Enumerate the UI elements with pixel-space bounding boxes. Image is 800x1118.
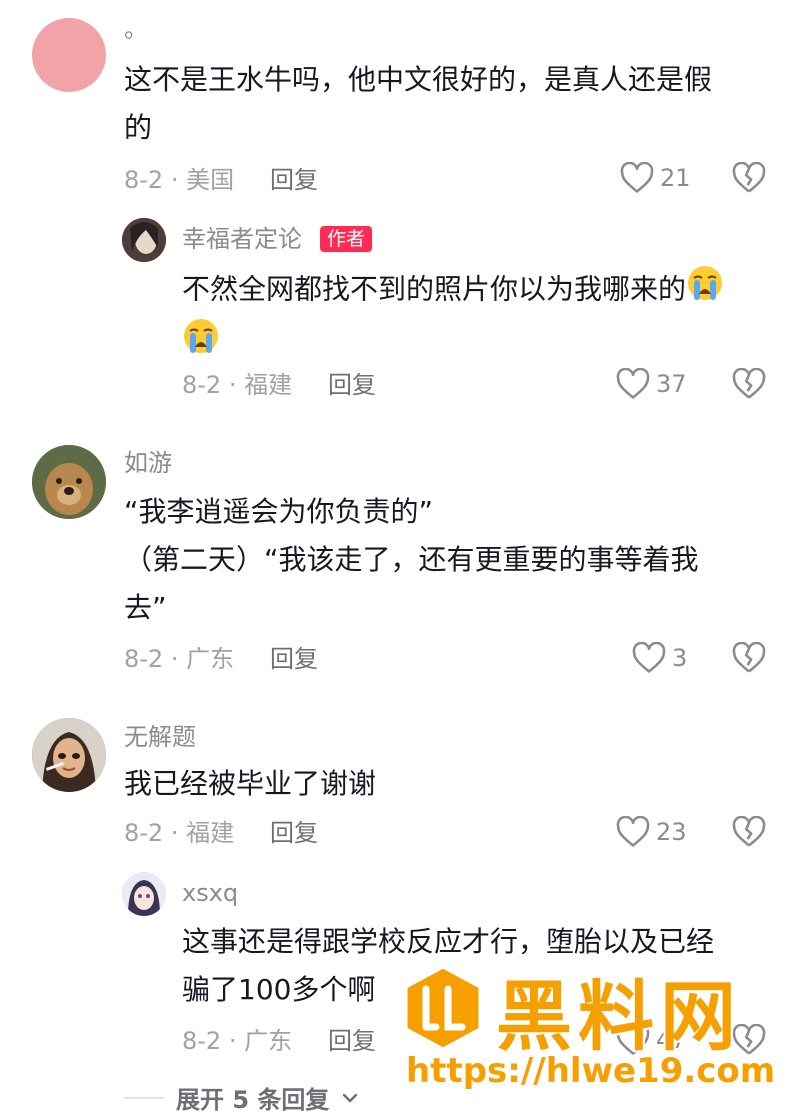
comment-text: 这不是王水牛吗，他中文很好的，是真人还是假 的: [124, 56, 764, 152]
comment-meta: 8-2 · 美国: [124, 166, 235, 194]
like-button[interactable]: 37: [616, 368, 687, 400]
heart-outline-icon: [616, 368, 650, 399]
reply-button[interactable]: 回复: [328, 370, 376, 400]
reply-button[interactable]: 回复: [270, 165, 318, 195]
comment-text-line: 我已经被毕业了谢谢: [124, 767, 377, 800]
like-button[interactable]: 23: [616, 816, 687, 848]
like-count: 37: [656, 370, 687, 398]
comment-username[interactable]: 如游: [124, 448, 172, 478]
reply-button[interactable]: 回复: [328, 1026, 376, 1056]
expand-replies-label: 展开 5 条回复: [176, 1086, 330, 1114]
comment-meta: 8-2 · 福建: [124, 819, 235, 847]
heart-outline-icon: [616, 816, 650, 847]
avatar[interactable]: [122, 218, 166, 262]
heart-outline-icon: [632, 642, 666, 673]
comment-text-line: 的: [124, 111, 153, 144]
comment-text-line: （第二天）“我该走了，还有更重要的事等着我: [124, 543, 699, 576]
expand-replies-button[interactable]: 展开 5 条回复: [124, 1080, 359, 1115]
comment-username[interactable]: 。: [124, 14, 148, 44]
watermark-logo-icon: [404, 965, 482, 1051]
loudly-crying-face-icon: [686, 264, 724, 317]
broken-heart-icon: [732, 367, 766, 399]
dislike-button[interactable]: [732, 367, 766, 404]
watermark: 黑料网 https://hlwe19.com: [400, 955, 790, 1105]
avatar[interactable]: [32, 445, 106, 519]
author-badge: 作者: [320, 226, 373, 252]
divider: [124, 1096, 164, 1099]
comment-text-line: “我李逍遥会为你负责的”: [124, 495, 434, 528]
dislike-button[interactable]: [732, 815, 766, 852]
dislike-button[interactable]: [732, 641, 766, 678]
avatar[interactable]: [32, 18, 106, 92]
avatar[interactable]: [122, 872, 166, 916]
reply-button[interactable]: 回复: [270, 818, 318, 848]
comment-text: “我李逍遥会为你负责的” （第二天）“我该走了，还有更重要的事等着我 去”: [124, 488, 764, 632]
broken-heart-icon: [732, 161, 766, 193]
comment-text: 我已经被毕业了谢谢: [124, 760, 764, 808]
reply-meta: 8-2 · 福建: [182, 371, 293, 399]
like-button[interactable]: 3: [632, 642, 687, 674]
dislike-button[interactable]: [732, 161, 766, 198]
reply-button[interactable]: 回复: [270, 644, 318, 674]
reply-username[interactable]: xsxq: [182, 878, 238, 908]
comment-text-line: 去”: [124, 591, 167, 624]
like-button[interactable]: 21: [620, 162, 691, 194]
reply-username[interactable]: 幸福者定论: [182, 224, 302, 254]
watermark-title: 黑料网: [496, 972, 742, 1061]
like-count: 23: [656, 818, 687, 846]
comment-meta: 8-2 · 广东: [124, 645, 235, 673]
chevron-down-icon: [343, 1093, 358, 1102]
heart-outline-icon: [620, 162, 654, 193]
watermark-url: https://hlwe19.com: [406, 1051, 776, 1091]
broken-heart-icon: [732, 815, 766, 847]
reply-meta: 8-2 · 广东: [182, 1027, 293, 1055]
broken-heart-icon: [732, 641, 766, 673]
loudly-crying-face-icon: [182, 317, 220, 370]
reply-text: 不然全网都找不到的照片你以为我哪来的: [182, 264, 772, 370]
reply-text-line: 不然全网都找不到的照片你以为我哪来的: [182, 272, 687, 306]
like-count: 3: [672, 644, 688, 672]
avatar[interactable]: [32, 718, 106, 792]
comment-username[interactable]: 无解题: [124, 722, 196, 752]
comment-text-line: 这不是王水牛吗，他中文很好的，是真人还是假: [124, 63, 713, 96]
like-count: 21: [660, 164, 691, 192]
